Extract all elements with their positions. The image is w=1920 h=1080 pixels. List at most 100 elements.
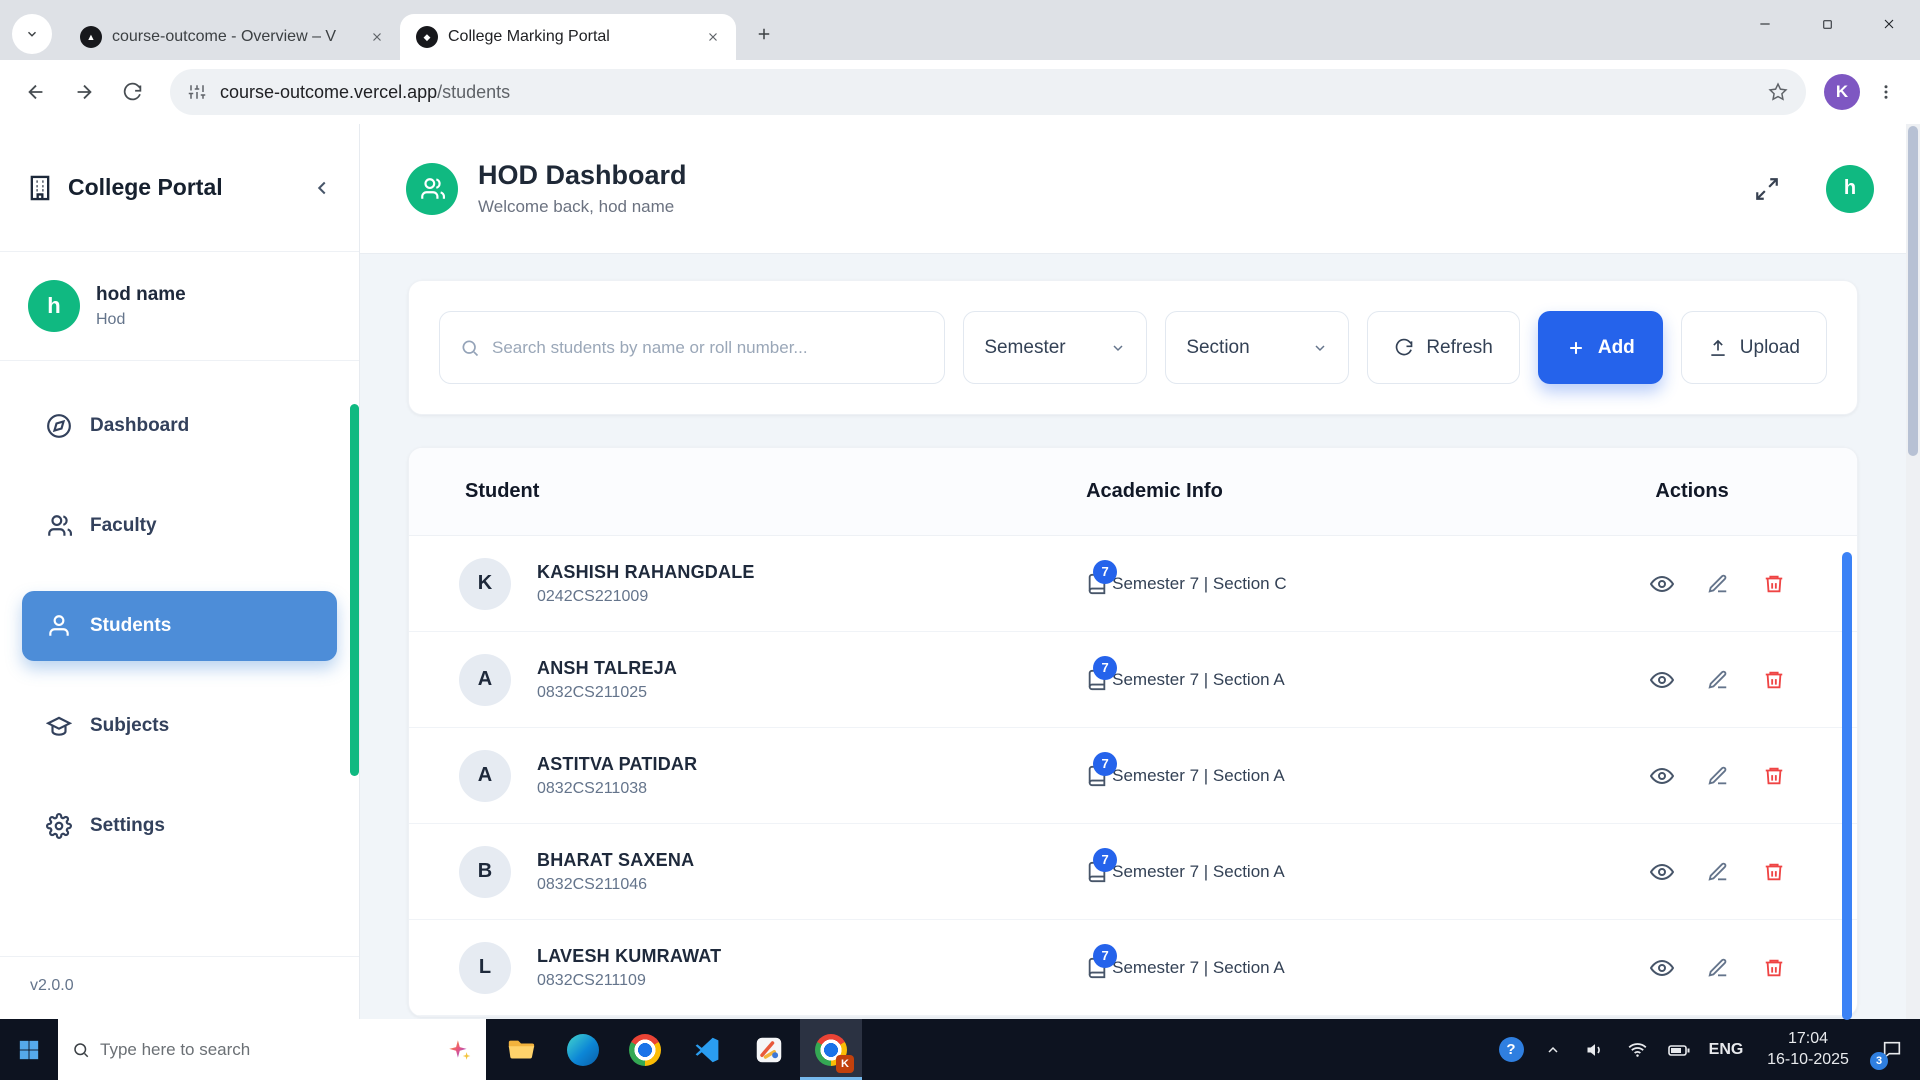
delete-button[interactable] (1759, 569, 1789, 599)
sidebar-collapse-button[interactable] (311, 177, 333, 199)
delete-button[interactable] (1759, 953, 1789, 983)
start-button[interactable] (0, 1019, 58, 1080)
edit-button[interactable] (1703, 953, 1733, 983)
student-roll: 0832CS211038 (537, 780, 697, 798)
notification-count-badge: 3 (1870, 1052, 1888, 1070)
site-settings-icon[interactable] (188, 83, 206, 101)
view-button[interactable] (1647, 857, 1677, 887)
sidebar-item-faculty[interactable]: Faculty (22, 491, 337, 561)
view-button[interactable] (1647, 665, 1677, 695)
student-search[interactable] (439, 311, 945, 384)
close-button[interactable] (1858, 0, 1920, 48)
sidebar-item-dashboard[interactable]: Dashboard (22, 391, 337, 461)
refresh-label: Refresh (1426, 337, 1493, 359)
delete-button[interactable] (1759, 761, 1789, 791)
edit-button[interactable] (1703, 761, 1733, 791)
hidden-icons-chevron-icon[interactable] (1532, 1019, 1574, 1080)
header-avatar[interactable]: h (1826, 165, 1874, 213)
wifi-icon[interactable] (1616, 1019, 1658, 1080)
app-version: v2.0.0 (0, 956, 359, 1019)
delete-button[interactable] (1759, 665, 1789, 695)
reload-icon[interactable] (112, 72, 152, 112)
upload-label: Upload (1740, 337, 1800, 359)
taskbar-search[interactable] (58, 1019, 486, 1080)
chrome-icon[interactable] (614, 1019, 676, 1080)
view-button[interactable] (1647, 569, 1677, 599)
student-name: LAVESH KUMRAWAT (537, 946, 721, 967)
taskbar: K ENG 17:04 16-10-2025 3 (0, 1019, 1920, 1080)
battery-icon[interactable] (1658, 1019, 1700, 1080)
refresh-button[interactable]: Refresh (1367, 311, 1520, 384)
taskbar-clock[interactable]: 17:04 16-10-2025 (1752, 1029, 1864, 1071)
view-button[interactable] (1647, 761, 1677, 791)
edit-button[interactable] (1703, 569, 1733, 599)
sidebar-item-settings[interactable]: Settings (22, 791, 337, 861)
sidebar-scrollbar[interactable] (350, 404, 359, 776)
column-header-student: Student (409, 480, 1046, 503)
building-icon (26, 174, 54, 202)
table-row: L LAVESH KUMRAWAT 0832CS211109 7 Se (409, 920, 1857, 1016)
semester-count-badge: 7 (1093, 848, 1117, 872)
add-button[interactable]: Add (1538, 311, 1663, 384)
page-scrollbar-thumb[interactable] (1908, 126, 1918, 456)
screen: ▲ course-outcome - Overview – V ◆ Colleg… (0, 0, 1920, 1080)
tab-close-icon[interactable] (700, 24, 726, 50)
browser-tab-portal[interactable]: ◆ College Marking Portal (400, 14, 736, 60)
bookmark-star-icon[interactable] (1768, 82, 1788, 102)
page-title: HOD Dashboard (478, 160, 687, 191)
back-icon[interactable] (16, 72, 56, 112)
file-explorer-icon[interactable] (490, 1019, 552, 1080)
language-indicator[interactable]: ENG (1700, 1019, 1752, 1080)
sidebar-item-label: Settings (90, 815, 165, 837)
help-icon[interactable] (1490, 1019, 1532, 1080)
student-name: ASTITVA PATIDAR (537, 754, 697, 775)
tab-close-icon[interactable] (364, 24, 390, 50)
sidebar-item-label: Subjects (90, 715, 169, 737)
maximize-button[interactable] (1796, 0, 1858, 48)
chevron-down-icon (25, 27, 39, 41)
section-select[interactable]: Section (1165, 311, 1349, 384)
vercel-favicon-icon: ▲ (80, 26, 102, 48)
delete-button[interactable] (1759, 857, 1789, 887)
edit-button[interactable] (1703, 665, 1733, 695)
tab-search-button[interactable] (12, 14, 52, 54)
dev-tools-icon[interactable] (738, 1019, 800, 1080)
sidebar-item-subjects[interactable]: Subjects (22, 691, 337, 761)
student-roll: 0832CS211046 (537, 876, 694, 894)
new-tab-button[interactable] (746, 16, 782, 52)
browser-menu-icon[interactable] (1868, 74, 1904, 110)
taskbar-search-input[interactable] (100, 1040, 436, 1060)
copilot-sparkle-icon (446, 1037, 472, 1063)
edge-icon[interactable] (552, 1019, 614, 1080)
academic-info: Semester 7 | Section A (1112, 958, 1285, 978)
sidebar-item-students[interactable]: Students (22, 591, 337, 661)
student-avatar: A (459, 654, 511, 706)
sidebar: College Portal h hod name Hod Dashboard (0, 124, 360, 1019)
active-chrome-window-icon[interactable]: K (800, 1019, 862, 1080)
brand-name: College Portal (68, 174, 311, 201)
student-roll: 0832CS211109 (537, 972, 721, 990)
browser-profile-avatar[interactable]: K (1824, 74, 1860, 110)
page-viewport: College Portal h hod name Hod Dashboard (0, 124, 1920, 1019)
fullscreen-icon[interactable] (1754, 176, 1780, 202)
table-row: B BHARAT SAXENA 0832CS211046 7 Seme (409, 824, 1857, 920)
taskbar-apps: K (490, 1019, 862, 1080)
address-bar[interactable]: course-outcome.vercel.app/students (170, 69, 1806, 115)
table-scrollbar[interactable] (1842, 552, 1852, 1020)
view-button[interactable] (1647, 953, 1677, 983)
forward-icon[interactable] (64, 72, 104, 112)
notification-center-icon[interactable]: 3 (1864, 1019, 1920, 1080)
vscode-icon[interactable] (676, 1019, 738, 1080)
page-scrollbar[interactable] (1906, 124, 1920, 1019)
volume-icon[interactable] (1574, 1019, 1616, 1080)
portal-favicon-icon: ◆ (416, 26, 438, 48)
chevron-down-icon (1110, 340, 1126, 356)
book-icon: 7 (1086, 765, 1108, 787)
search-input[interactable] (492, 338, 924, 358)
minimize-button[interactable] (1734, 0, 1796, 48)
semester-select[interactable]: Semester (963, 311, 1147, 384)
profile-badge: K (836, 1055, 854, 1073)
edit-button[interactable] (1703, 857, 1733, 887)
upload-button[interactable]: Upload (1681, 311, 1827, 384)
browser-tab-vercel[interactable]: ▲ course-outcome - Overview – V (64, 14, 400, 60)
